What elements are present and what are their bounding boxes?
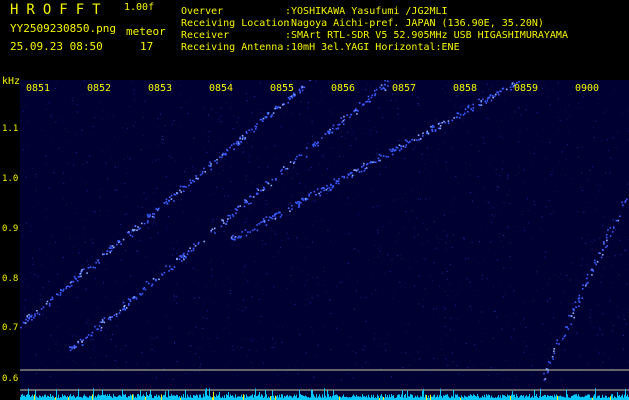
app-version: 1.00f (124, 2, 155, 13)
y-label: 0.8 (2, 274, 19, 284)
time-label: 0858 (453, 83, 477, 94)
meteor-label: meteor (126, 25, 166, 38)
y-label: 0.7 (2, 323, 19, 333)
plot-background (20, 80, 629, 400)
info-value-antenna: :10mH 3el.YAGI Horizontal:ENE (285, 42, 460, 53)
info-key-observer: Overver (181, 6, 224, 17)
time-label: 0857 (392, 83, 416, 94)
time-label: 0853 (148, 83, 172, 94)
time-label: 0851 (26, 83, 50, 94)
time-label: 0900 (575, 83, 599, 94)
y-label: 1.1 (2, 124, 19, 134)
info-value-receiver: :SMArt RTL-SDR V5 52.905MHz USB HIGASHIM… (285, 30, 568, 41)
app-brand: HROFFT (10, 2, 109, 18)
time-label: 0856 (331, 83, 355, 94)
info-key-antenna: Receiving Antenna (181, 42, 284, 53)
info-key-location: Receiving Location (181, 18, 290, 29)
header-panel: HROFFT 1.00f YY2509230850.png 25.09.23 0… (0, 0, 629, 78)
time-label: 0855 (270, 83, 294, 94)
y-label: 1.0 (2, 174, 19, 184)
y-label: 0.6 (2, 374, 19, 384)
info-value-location: :Nagoya Aichi-pref. JAPAN (136.90E, 35.2… (285, 18, 544, 29)
y-unit-label: kHz (2, 76, 21, 87)
time-label: 0859 (514, 83, 538, 94)
spectrogram-plot: 0851 0852 0853 0854 0855 0856 0857 0858 0859 0900 (20, 80, 629, 400)
time-label: 0852 (87, 83, 111, 94)
info-key-receiver: Receiver (181, 30, 230, 41)
y-label: 0.9 (2, 224, 19, 234)
time-label: 0854 (209, 83, 233, 94)
info-value-observer: :YOSHIKAWA Yasufumi /JG2MLI (285, 6, 448, 17)
date-time: 25.09.23 08:50 (10, 40, 103, 53)
file-name: YY2509230850.png (10, 22, 116, 35)
meteor-count: 17 (140, 40, 154, 53)
